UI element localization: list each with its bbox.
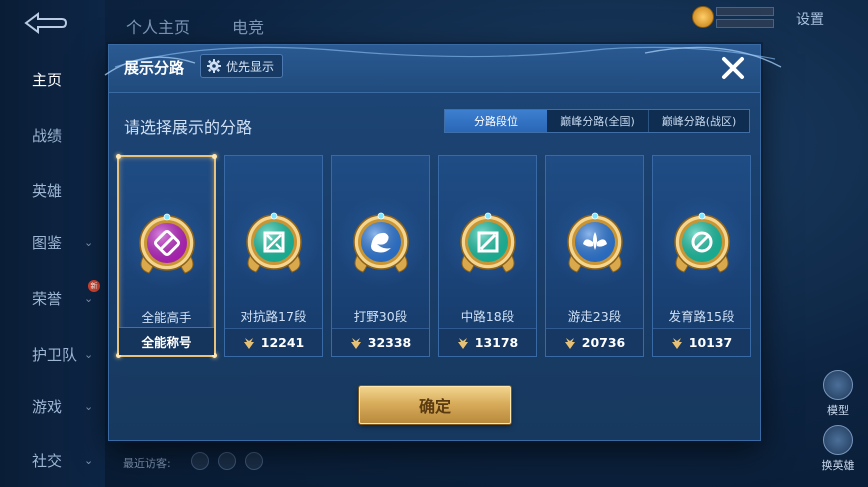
sidebar-item-label: 护卫队 xyxy=(32,345,78,364)
lane-card[interactable]: 对抗路17段 12241 xyxy=(224,155,323,357)
sidebar-item-label: 主页 xyxy=(32,70,63,89)
dialog-title: 展示分路 xyxy=(124,59,185,77)
rank-progress-bar xyxy=(716,19,774,28)
lane-card-name: 中路18段 xyxy=(460,309,515,324)
all-round-emblem-icon xyxy=(120,197,213,289)
lane-card[interactable]: 打野30段 32338 xyxy=(331,155,430,357)
mid-lane-emblem-icon xyxy=(441,196,534,288)
rank-icon xyxy=(692,6,714,28)
lane-points-value: 10137 xyxy=(688,335,733,350)
dialog-header: 展示分路 优先显示 xyxy=(104,45,782,93)
lane-card-footer: 12241 xyxy=(225,328,322,356)
chevron-down-icon: ⌄ xyxy=(84,399,94,413)
lane-points-value: 20736 xyxy=(581,335,626,350)
close-button[interactable] xyxy=(718,53,748,83)
sidebar-item[interactable]: 游戏 ⌄ xyxy=(0,392,105,420)
lane-points-icon xyxy=(457,337,469,349)
sidebar-item[interactable]: 英雄 xyxy=(0,176,105,204)
model-label: 模型 xyxy=(827,404,849,417)
visitor-avatar[interactable] xyxy=(218,452,236,470)
farm-lane-emblem-icon xyxy=(655,196,748,288)
clash-lane-emblem-icon xyxy=(227,196,320,288)
sidebar-item[interactable]: 战绩 xyxy=(0,121,105,149)
lane-points-value: 13178 xyxy=(474,335,519,350)
lane-card[interactable]: 发育路15段 10137 xyxy=(652,155,751,357)
tab-profile[interactable]: 个人主页 xyxy=(126,14,190,38)
visitor-avatar[interactable] xyxy=(245,452,263,470)
visitor-avatar[interactable] xyxy=(191,452,209,470)
new-badge: 新 xyxy=(88,280,100,292)
sidebar-item-label: 社交 xyxy=(32,451,63,470)
lane-card-name: 全能高手 xyxy=(141,310,192,325)
lane-title-label: 全能称号 xyxy=(141,335,192,350)
sidebar-item[interactable]: 社交 ⌄ xyxy=(0,446,105,474)
lane-card-name: 游走23段 xyxy=(567,309,622,324)
lane-card[interactable]: 全能高手 全能称号 xyxy=(116,154,217,358)
gear-icon xyxy=(207,59,221,73)
roam-emblem-icon xyxy=(548,196,641,288)
swap-hero-label: 换英雄 xyxy=(821,459,855,472)
chevron-down-icon: ⌄ xyxy=(84,453,94,467)
lane-card[interactable]: 中路18段 13178 xyxy=(438,155,537,357)
settings-button[interactable]: 设置 xyxy=(796,9,824,29)
lane-card-footer: 10137 xyxy=(653,328,750,356)
chevron-down-icon: ⌄ xyxy=(84,235,94,249)
chevron-down-icon: ⌄ xyxy=(84,347,94,361)
lane-card-name: 打野30段 xyxy=(353,309,408,324)
mech-icon xyxy=(823,370,853,400)
sidebar-item[interactable]: 荣誉 ⌄ 新 xyxy=(0,280,105,312)
lane-card-name: 对抗路17段 xyxy=(240,309,307,324)
confirm-button[interactable]: 确定 xyxy=(359,386,511,424)
recent-visitors-label: 最近访客: xyxy=(123,457,171,470)
sidebar-item[interactable]: 护卫队 ⌄ xyxy=(0,340,105,368)
lane-points-value: 32338 xyxy=(367,335,412,350)
lane-card-footer: 32338 xyxy=(332,328,429,356)
header-ornament xyxy=(104,46,782,76)
sidebar-item-label: 游戏 xyxy=(32,397,63,416)
dialog-subtitle: 请选择展示的分路 xyxy=(124,118,253,137)
sidebar-item-label: 荣誉 xyxy=(32,289,63,308)
priority-display-label: 优先显示 xyxy=(226,59,275,74)
lane-points-icon xyxy=(671,337,683,349)
tab-esports[interactable]: 电竞 xyxy=(232,14,264,38)
lane-display-dialog: 展示分路 优先显示 请选择展示的分路 分路段位 巅峰分路(全国) 巅峰分路(战区… xyxy=(104,44,782,441)
lane-card-footer: 13178 xyxy=(439,328,536,356)
lane-card-footer: 20736 xyxy=(546,328,643,356)
sidebar-item-label: 图鉴 xyxy=(32,233,63,252)
lane-card[interactable]: 游走23段 20736 xyxy=(545,155,644,357)
chevron-down-icon: ⌄ xyxy=(84,291,94,305)
close-icon xyxy=(722,57,744,79)
priority-display-button[interactable]: 优先显示 xyxy=(200,54,284,78)
lane-points-icon xyxy=(243,337,255,349)
rank-progress-bar xyxy=(716,7,774,16)
lane-type-tabs: 分路段位 巅峰分路(全国) 巅峰分路(战区) xyxy=(444,109,750,133)
lane-points-icon xyxy=(350,337,362,349)
tab-peak-lane-region[interactable]: 巅峰分路(战区) xyxy=(648,110,749,132)
sidebar-item[interactable]: 主页 xyxy=(0,65,105,93)
lane-points-icon xyxy=(564,337,576,349)
tab-lane-rank[interactable]: 分路段位 xyxy=(445,110,547,132)
jungle-emblem-icon xyxy=(334,196,427,288)
sidebar-item-label: 英雄 xyxy=(32,181,63,200)
selection-corner xyxy=(116,154,121,159)
back-arrow-icon[interactable] xyxy=(22,10,68,36)
swap-hero-button[interactable]: 换英雄 xyxy=(818,425,858,473)
lane-card-name: 发育路15段 xyxy=(668,309,735,324)
model-button[interactable]: 模型 xyxy=(818,370,858,418)
lane-card-footer: 全能称号 xyxy=(119,327,214,355)
lane-points-value: 12241 xyxy=(260,335,305,350)
swap-hero-icon xyxy=(823,425,853,455)
selection-corner xyxy=(212,154,217,159)
sidebar-item[interactable]: 图鉴 ⌄ xyxy=(0,228,105,256)
sidebar-item-label: 战绩 xyxy=(32,126,63,145)
tab-peak-lane-national[interactable]: 巅峰分路(全国) xyxy=(547,110,648,132)
